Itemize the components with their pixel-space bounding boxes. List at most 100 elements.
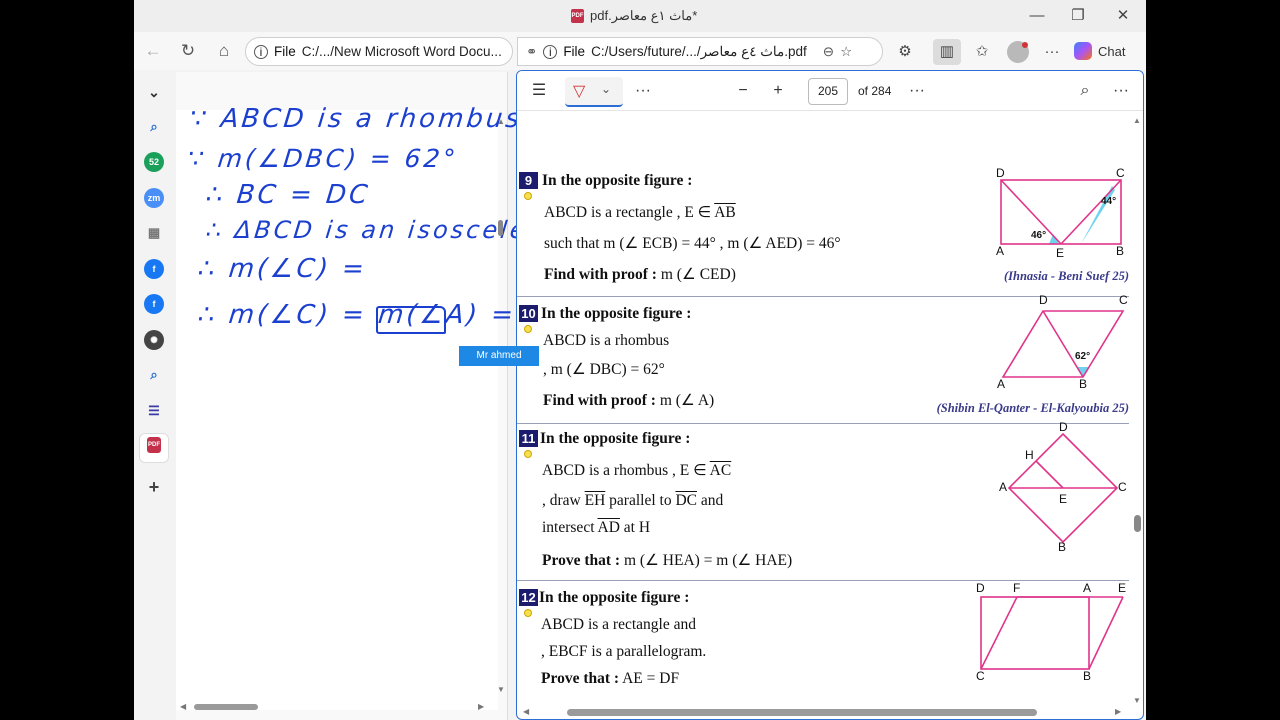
notes-hscroll-thumb[interactable] (194, 704, 258, 710)
split-screen-icon[interactable]: ▥ (933, 39, 961, 65)
copilot-chat-button[interactable]: Chat (1074, 38, 1125, 64)
draw-tool-button[interactable]: ▽ ⌄ (565, 77, 623, 107)
page-number-input[interactable]: 205 (808, 78, 848, 105)
pdf-hscroll-thumb[interactable] (567, 709, 1037, 716)
search-icon[interactable]: ⌕ (1075, 81, 1095, 101)
search-icon[interactable]: ⌕ (144, 365, 164, 385)
facebook-icon[interactable]: f (144, 294, 164, 314)
zoom-in-button[interactable]: + (768, 81, 788, 101)
address-text-right: C:/Users/future/.../ماث ٤ع معاصر.pdf (591, 43, 807, 59)
favorites-icon[interactable]: ✩ (971, 41, 993, 63)
back-button[interactable]: ← (142, 40, 164, 62)
notes-scroll-thumb[interactable] (498, 220, 503, 236)
search-icon[interactable]: ⌕ (144, 117, 164, 137)
note-line-4: ∴ ΔBCD is an isosceles (204, 216, 545, 244)
draw-pen-icon: ▽ (573, 83, 586, 100)
figure-11-svg (1007, 432, 1119, 544)
annotation-dot[interactable] (524, 325, 532, 333)
address-bar-right[interactable]: ⚭ i File C:/Users/future/.../ماث ٤ع معاص… (517, 37, 883, 66)
figure-parallelogram-ebcf: D F A E C B (973, 581, 1129, 683)
problem-heading: In the opposite figure : (542, 172, 693, 189)
badge-52-icon[interactable]: 52 (144, 152, 164, 172)
extensions-icon[interactable]: ⚙ (894, 41, 916, 63)
scroll-up-icon[interactable]: ▲ (497, 117, 505, 126)
scroll-left-icon[interactable]: ◀ (523, 707, 529, 716)
problem-line: , EBCF is a parallelogram. (541, 643, 707, 660)
toolbar: ← ↻ ⌂ i File C:/.../New Microsoft Word D… (134, 32, 1146, 70)
problem-find: Find with proof : m (∠ A) (543, 392, 715, 409)
problem-line: intersect AD at H (542, 519, 651, 536)
figure-rectangle-abcd: D C A E B 44° 46° (996, 166, 1125, 260)
scroll-up-icon[interactable]: ▲ (1133, 116, 1141, 125)
pdf-horizontal-scrollbar[interactable]: ◀ ▶ (517, 704, 1129, 719)
restore-button[interactable]: ❐ (1068, 6, 1088, 26)
notes-canvas[interactable]: ∵ ABCD is a rhombus ∵ m(∠DBC) = 62° ∴ BC… (176, 104, 545, 710)
note-line-6: ∴ m(∠C) = m(∠A) = (196, 300, 518, 330)
contents-list-icon[interactable]: ☰ (529, 81, 549, 101)
notes-pane: ∵ ABCD is a rhombus ∵ m(∠DBC) = 62° ∴ BC… (176, 72, 545, 720)
address-scheme-left: File (274, 44, 296, 59)
problem-find: Find with proof : m (∠ CED) (544, 266, 736, 283)
browser-sidebar: ⌄ ⌕ 52 zm ▦ f f ✺ ⌕ ☰ PDF + (134, 70, 174, 720)
scroll-down-icon[interactable]: ▼ (1133, 696, 1141, 705)
pdf-scroll-thumb[interactable] (1134, 515, 1141, 532)
problem-line: , draw EH parallel to DC and (542, 492, 724, 509)
note-line-3: ∴ BC = DC (204, 180, 372, 210)
problem-heading: In the opposite figure : (541, 305, 692, 322)
problem-line: such that m (∠ ECB) = 44° , m (∠ AED) = … (544, 235, 841, 252)
problem-source: (Shibin El-Qanter - El-Kalyoubia 25) (936, 401, 1129, 415)
chat-label: Chat (1098, 43, 1126, 59)
info-icon: i (543, 44, 558, 59)
pdf-toolbar: ☰ ▽ ⌄ ··· − + 205 of 284 ··· ⌕ ··· (517, 71, 1143, 111)
add-icon[interactable]: + (144, 477, 164, 497)
annotation-dot[interactable] (524, 192, 532, 200)
more-options-icon[interactable]: ··· (907, 81, 927, 101)
more-tools-icon[interactable]: ··· (633, 81, 653, 101)
refresh-button[interactable]: ↻ (177, 40, 199, 62)
home-button[interactable]: ⌂ (213, 40, 235, 62)
notes-horizontal-scrollbar[interactable]: ◀ ▶ (176, 700, 498, 714)
problem-heading: In the opposite figure : (540, 430, 691, 447)
scroll-down-icon[interactable]: ▼ (497, 685, 505, 694)
problem-number: 10 (519, 305, 538, 322)
scroll-left-icon[interactable]: ◀ (180, 702, 186, 711)
address-text-left: C:/.../New Microsoft Word Docu... (301, 44, 502, 59)
chevron-down-icon: ⌄ (601, 82, 612, 96)
scroll-right-icon[interactable]: ▶ (478, 702, 484, 711)
chevron-down-icon[interactable]: ⌄ (144, 82, 164, 102)
scroll-right-icon[interactable]: ▶ (1115, 707, 1121, 716)
pdf-viewer: ☰ ▽ ⌄ ··· − + 205 of 284 ··· ⌕ ··· 9 In … (516, 70, 1144, 720)
zoom-out-button[interactable]: − (733, 81, 753, 101)
list-icon[interactable]: ☰ (144, 401, 164, 421)
annotation-dot[interactable] (524, 609, 532, 617)
facebook-icon[interactable]: f (144, 259, 164, 279)
problem-prove: Prove that : m (∠ HEA) = m (∠ HAE) (542, 552, 793, 569)
problem-line: ABCD is a rhombus , E ∈ AC (542, 462, 732, 479)
calendar-icon[interactable]: ▦ (144, 223, 164, 243)
profile-avatar[interactable] (1007, 41, 1029, 63)
problem-divider (517, 580, 1129, 581)
close-button[interactable]: ✕ (1113, 6, 1133, 26)
problem-number: 12 (519, 589, 538, 606)
problem-line: ABCD is a rhombus (543, 332, 670, 349)
notes-vertical-scrollbar[interactable]: ▲ ▼ (496, 117, 506, 697)
problem-line: ABCD is a rectangle , E ∈ AB (544, 204, 736, 221)
pdf-icon[interactable]: PDF (147, 437, 161, 453)
chatgpt-icon[interactable]: ✺ (144, 330, 164, 350)
title-bar: PDF pdf.ماث ١ع معاصر* — ❐ ✕ (134, 0, 1146, 32)
zoom-out-icon[interactable]: ⊖ (823, 44, 834, 60)
note-line-2: ∵ m(∠DBC) = 62° (186, 144, 460, 173)
favorite-star-icon[interactable]: ☆ (840, 44, 852, 60)
more-menu-icon[interactable]: ··· (1041, 41, 1063, 63)
annotation-dot[interactable] (524, 450, 532, 458)
address-bar-left[interactable]: i File C:/.../New Microsoft Word Docu... (245, 37, 513, 66)
problem-number: 9 (519, 172, 538, 189)
settings-more-icon[interactable]: ··· (1111, 81, 1131, 101)
minimize-button[interactable]: — (1027, 6, 1047, 26)
zoom-icon[interactable]: zm (144, 188, 164, 208)
pdf-vertical-scrollbar[interactable]: ▲ ▼ (1129, 112, 1143, 707)
author-tag: Mr ahmed (459, 346, 539, 366)
info-icon: i (254, 44, 268, 59)
window-title-text: pdf.ماث ١ع معاصر* (590, 8, 698, 23)
figure-12-svg (980, 596, 1124, 670)
